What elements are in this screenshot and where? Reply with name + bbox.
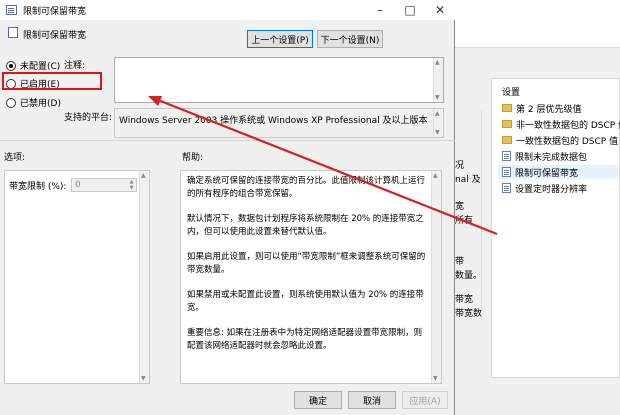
background-footer: [455, 378, 620, 415]
background-scrollbar[interactable]: [481, 110, 489, 310]
list-item[interactable]: 第 2 层优先级值: [502, 101, 581, 115]
list-item-selected[interactable]: 限制可保留带宽: [498, 165, 618, 179]
folder-icon: [502, 120, 512, 128]
window-title: 限制可保留带宽: [23, 6, 87, 17]
ok-button[interactable]: 确定: [294, 391, 342, 409]
folder-icon: [502, 136, 512, 144]
cancel-button[interactable]: 取消: [348, 391, 396, 409]
list-item[interactable]: 一致性数据包的 DSCP 值: [502, 133, 618, 147]
options-label: 选项:: [4, 153, 26, 163]
policy-dialog: 限制可保留带宽 – □ ✕ 限制可保留带宽 上一个设置(P) 下一个设置(N) …: [0, 0, 455, 415]
help-text: 确定系统可保留的连接带宽的百分比。此值限制该计算机上运行的所有程序的组合带宽保留…: [187, 176, 426, 351]
policy-icon: [6, 5, 17, 15]
supported-platforms-label: 支持的平台:: [64, 113, 113, 123]
close-icon[interactable]: ✕: [425, 0, 455, 20]
stepper-arrows-icon[interactable]: ▲ ▼: [127, 179, 136, 191]
background-toolbar: [455, 0, 620, 48]
policy-icon: [502, 167, 511, 177]
list-item[interactable]: 设置定时器分辨率: [502, 181, 587, 195]
bandwidth-limit-stepper[interactable]: 0 ▲ ▼: [71, 178, 137, 192]
comment-label: 注释:: [64, 61, 86, 71]
background-window: 况 nal 及 宽 所有 带 数量。 带宽 带宽数 设置 第 2 层优先级值 非…: [455, 0, 620, 415]
bandwidth-limit-label: 带宽限制 (%):: [9, 182, 67, 192]
radio-not-configured[interactable]: 未配置(C): [6, 59, 60, 72]
highlight-annotation: [2, 72, 102, 90]
list-item[interactable]: 限制未完成数据包: [502, 149, 587, 163]
next-setting-button[interactable]: 下一个设置(N): [317, 30, 383, 48]
folder-icon: [502, 104, 512, 112]
comment-textarea[interactable]: [114, 57, 444, 103]
list-item[interactable]: 非一致性数据包的 DSCP 值: [502, 117, 620, 131]
settings-list-panel: 设置 第 2 层优先级值 非一致性数据包的 DSCP 值 一致性数据包的 DSC…: [491, 78, 620, 378]
prev-setting-button[interactable]: 上一个设置(P): [247, 30, 313, 48]
minimize-icon[interactable]: –: [365, 0, 395, 20]
policy-icon: [502, 151, 511, 161]
radio-button[interactable]: [6, 97, 16, 108]
help-scrollbar[interactable]: [431, 171, 441, 383]
comment-scrollbar[interactable]: [433, 58, 443, 102]
policy-icon: [8, 27, 18, 38]
apply-button[interactable]: 应用(A): [402, 391, 448, 409]
options-panel: 带宽限制 (%): 0 ▲ ▼: [4, 170, 150, 384]
options-scrollbar[interactable]: [139, 171, 149, 383]
settings-column-header[interactable]: 设置: [492, 79, 620, 99]
maximize-icon[interactable]: □: [395, 0, 425, 20]
policy-icon: [502, 183, 511, 193]
divider: [0, 140, 455, 141]
help-label: 帮助:: [182, 153, 204, 163]
help-panel: 确定系统可保留的连接带宽的百分比。此值限制该计算机上运行的所有程序的组合带宽保留…: [180, 170, 442, 384]
radio-button[interactable]: [6, 60, 16, 71]
title-bar[interactable]: 限制可保留带宽 – □ ✕: [0, 0, 455, 20]
platform-scrollbar[interactable]: [433, 109, 443, 137]
radio-disabled[interactable]: 已禁用(D): [6, 96, 61, 109]
setting-name: 限制可保留带宽: [23, 31, 87, 41]
supported-platforms-value: Windows Server 2003 操作系统或 Windows XP Pro…: [114, 108, 444, 138]
